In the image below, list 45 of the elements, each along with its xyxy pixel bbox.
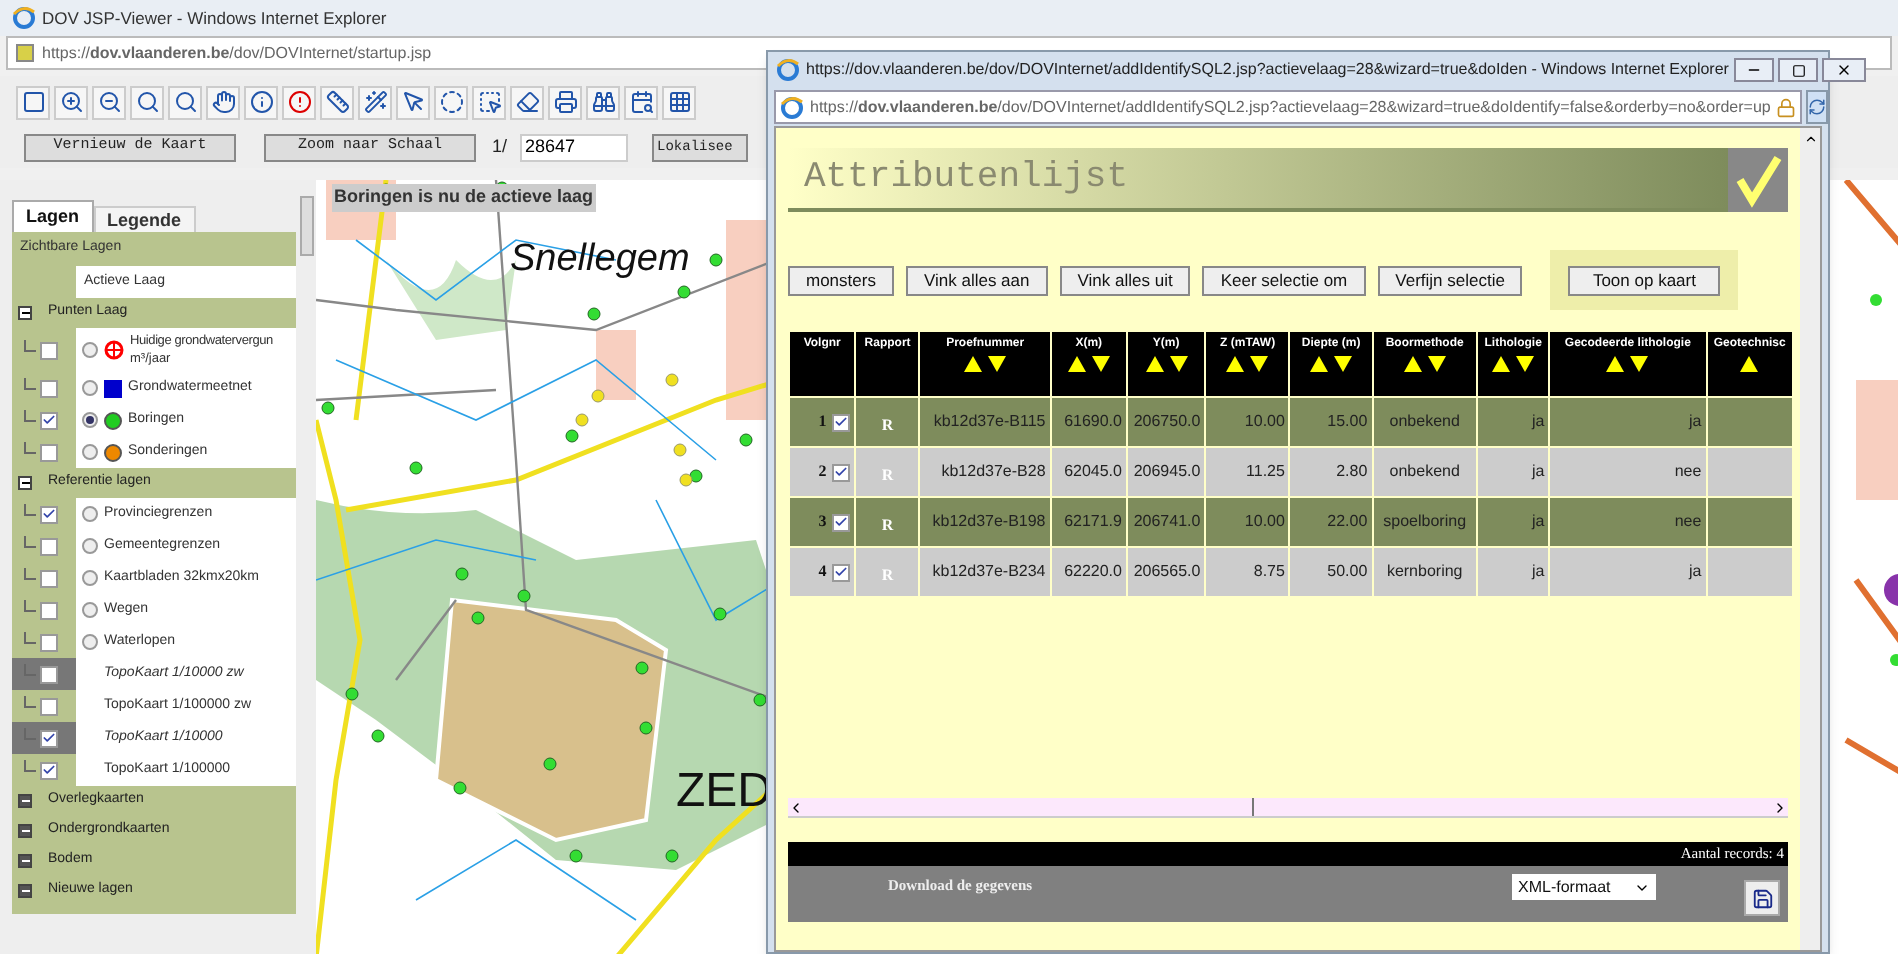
table-cell: 62171.9	[1051, 498, 1126, 546]
table-cell: kb12d37e-B234	[920, 548, 1050, 596]
window-title: https://dov.vlaanderen.be/dov/DOVInternet/addIdentifySQL2.jsp?actievelaag=28&wizard=true&doIden - Windows Internet Explorer	[806, 58, 1729, 82]
table-cell: 206565.0	[1127, 548, 1205, 596]
table-cell: ja	[1550, 548, 1706, 596]
table-cell: 61690.0	[1051, 398, 1126, 446]
table-cell: 62045.0	[1051, 448, 1126, 496]
table-cell: 15.00	[1290, 398, 1372, 446]
table-cell: 22.00	[1290, 498, 1372, 546]
table-cell: nee	[1550, 498, 1706, 546]
url-text: https://dov.vlaanderen.be/dov/DOVInternet/addIdentifySQL2.jsp?actievelaag=28&wizard=true&doIdentify=false&orderby=no&order=up	[810, 95, 1771, 119]
url-text: https://dov.vlaanderen.be/dov/DOVInternet/startup.jsp	[42, 41, 432, 65]
row-number: 1	[818, 410, 827, 434]
table-cell: 11.25	[1206, 448, 1289, 496]
table-cell: 50.00	[1290, 548, 1372, 596]
map-notice: Boringen is nu de actieve laag	[332, 184, 596, 211]
row-number: 4	[818, 560, 827, 584]
table-cell: ja	[1478, 398, 1549, 446]
table-cell: ja	[1550, 398, 1706, 446]
table-cell: 8.75	[1206, 548, 1289, 596]
table-cell: ja	[1478, 498, 1549, 546]
table-cell: spoelboring	[1373, 498, 1476, 546]
window-title: DOV JSP-Viewer - Windows Internet Explorer	[42, 5, 387, 31]
scale-prefix: 1/	[492, 134, 508, 161]
table-cell: ja	[1478, 448, 1549, 496]
table-cell: onbekend	[1373, 448, 1476, 496]
table-cell: 62220.0	[1051, 548, 1126, 596]
table-cell: ja	[1478, 548, 1549, 596]
table-cell: 206945.0	[1127, 448, 1205, 496]
row-number: 3	[818, 510, 827, 534]
table-cell: nee	[1550, 448, 1706, 496]
place-label: Snellegem	[510, 236, 690, 284]
table-cell: 206750.0	[1127, 398, 1205, 446]
table-cell: kb12d37e-B115	[920, 398, 1050, 446]
table-cell: onbekend	[1373, 398, 1476, 446]
table-cell: 2.80	[1290, 448, 1372, 496]
table-cell: 206741.0	[1127, 498, 1205, 546]
table-cell: kb12d37e-B28	[920, 448, 1050, 496]
page-heading: Attributenlijst	[804, 155, 1129, 201]
table-cell: 10.00	[1206, 498, 1289, 546]
place-label: ZED	[676, 762, 772, 822]
table-cell: kernboring	[1373, 548, 1476, 596]
row-number: 2	[818, 460, 827, 484]
table-cell: kb12d37e-B198	[920, 498, 1050, 546]
table-cell: 10.00	[1206, 398, 1289, 446]
